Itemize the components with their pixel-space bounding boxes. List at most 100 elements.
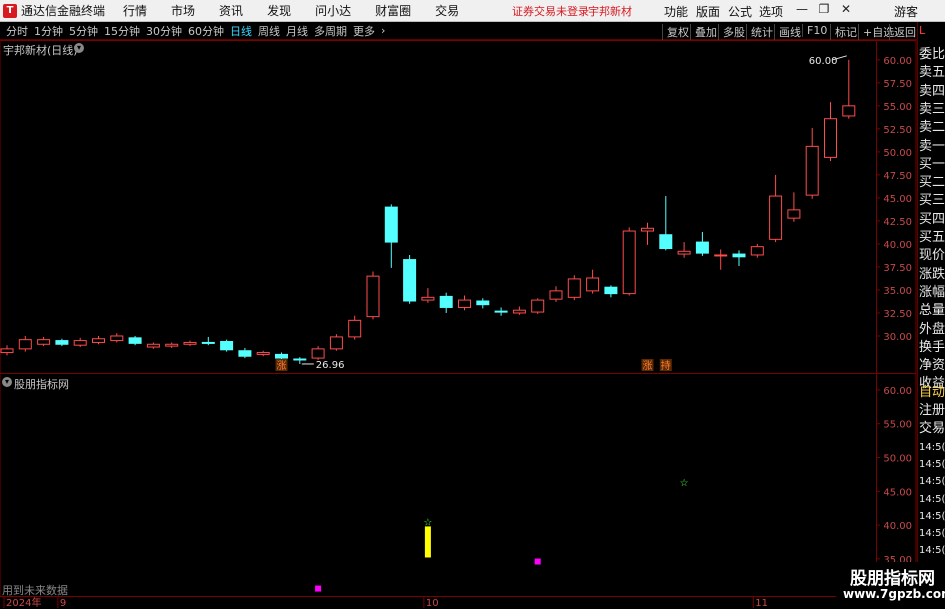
- candle-body: [128, 337, 142, 344]
- stock-name-label: 宇邦新材: [588, 5, 632, 18]
- menu-market[interactable]: 市场: [171, 2, 195, 19]
- menu-wealth-circle[interactable]: 财富圈: [375, 2, 411, 19]
- period-tab[interactable]: 多周期: [314, 23, 347, 39]
- auto-toggle[interactable]: 自动: [919, 384, 945, 402]
- price-tick-label: 30.00: [883, 332, 912, 343]
- candle-body: [201, 341, 215, 344]
- period-tab[interactable]: 5分钟: [69, 23, 98, 39]
- candle-body: [366, 275, 380, 318]
- main-chart-title: 宇邦新材(日线): [3, 44, 78, 57]
- menu-options[interactable]: 选项: [759, 3, 783, 20]
- quote-field-label: 卖五: [919, 65, 945, 81]
- tick-time: 14:5(: [919, 442, 945, 453]
- candle-body: [732, 253, 746, 258]
- menu-layout[interactable]: 版面: [696, 3, 720, 20]
- quote-field-label: 买一: [919, 156, 945, 172]
- chevron-down-icon[interactable]: ▾: [2, 377, 12, 387]
- app-title: 通达信金融终端: [21, 4, 106, 18]
- signal-square: [315, 585, 322, 592]
- signal-square: [534, 558, 541, 565]
- quote-field-label: 外盘: [919, 321, 945, 337]
- price-tick-label: 45.00: [883, 194, 912, 205]
- candle-body: [403, 259, 417, 302]
- date-axis-label: 9: [60, 598, 66, 609]
- menu-trade[interactable]: 交易: [435, 2, 459, 19]
- date-axis-label: 10: [426, 598, 439, 609]
- period-tab[interactable]: 15分钟: [104, 23, 140, 39]
- quote-field-label: 换手: [919, 339, 945, 355]
- indicator-tick-label: 55.00: [883, 420, 912, 431]
- toolbar-adjust-button[interactable]: 复权: [662, 24, 689, 40]
- quote-field-label: 卖四: [919, 83, 945, 99]
- indicator-title: 股朋指标网: [14, 378, 69, 391]
- period-tab-more[interactable]: 更多: [353, 23, 375, 39]
- candle-body: [476, 300, 490, 306]
- price-tick-label: 35.00: [883, 286, 912, 297]
- price-tick-label: 50.00: [883, 148, 912, 159]
- high-price-label: 60.00: [809, 56, 838, 67]
- toolbar-overlay-button[interactable]: 叠加: [690, 24, 717, 40]
- toolbar-mark-button[interactable]: 标记: [830, 24, 857, 40]
- indicator-pane-frame: [0, 373, 917, 597]
- menu-formula[interactable]: 公式: [728, 3, 752, 20]
- chevron-down-icon[interactable]: ▾: [74, 43, 84, 53]
- candle-body: [659, 234, 673, 250]
- toolbar-draw-button[interactable]: 画线: [774, 24, 801, 40]
- minimize-icon[interactable]: —: [793, 2, 811, 16]
- quote-field-label: 涨幅: [919, 284, 945, 300]
- period-tab[interactable]: 分时: [6, 23, 28, 39]
- candle-body: [311, 348, 325, 359]
- quote-field-label: 涨跌: [919, 266, 945, 282]
- candle-body: [238, 350, 252, 357]
- candle-body: [275, 353, 288, 359]
- period-tab[interactable]: 30分钟: [146, 23, 182, 39]
- login-status[interactable]: 证券交易未登录: [512, 3, 589, 19]
- menu-ask-xiaoda[interactable]: 问小达: [315, 2, 351, 19]
- candle-body: [439, 295, 453, 308]
- trade-link[interactable]: 交易: [919, 420, 945, 438]
- tick-time: 14:5(: [919, 510, 945, 522]
- candle-body: [604, 286, 618, 295]
- restore-icon[interactable]: ❐: [815, 2, 833, 16]
- period-tab-daily[interactable]: 日线: [230, 23, 252, 39]
- menu-discover[interactable]: 发现: [267, 2, 291, 19]
- kline-chart-area[interactable]: 60.00 57.50 55.00 52.50 50.00 47.50 45.00 42.50…: [0, 40, 917, 609]
- toolbar-back-button[interactable]: 返回: [889, 24, 916, 40]
- candle-body: [494, 310, 508, 313]
- menu-quotes[interactable]: 行情: [123, 2, 147, 19]
- menu-functions[interactable]: 功能: [664, 3, 688, 20]
- quote-field-label: 委比: [919, 47, 945, 62]
- candle-body: [824, 118, 837, 158]
- period-tab[interactable]: 周线: [258, 23, 280, 39]
- watermark-title: 股朋指标网: [850, 569, 935, 589]
- register-link[interactable]: 注册: [919, 402, 945, 420]
- toolbar-stats-button[interactable]: 统计: [746, 24, 773, 40]
- panel-level-label[interactable]: L: [919, 24, 925, 37]
- chevron-right-icon[interactable]: ›: [381, 24, 385, 37]
- candle-body: [677, 250, 691, 255]
- candle-body: [0, 348, 14, 354]
- period-tab[interactable]: 60分钟: [188, 23, 224, 39]
- candle-body: [37, 339, 51, 345]
- candle-body: [18, 339, 32, 350]
- close-icon[interactable]: ✕: [837, 2, 855, 16]
- quote-field-label: 现价: [919, 248, 945, 264]
- price-tick-label: 37.50: [883, 263, 912, 274]
- quote-field-label: 买二: [919, 175, 945, 191]
- tick-time: 14:5(: [919, 493, 945, 505]
- menu-news[interactable]: 资讯: [219, 2, 243, 19]
- toolbar-multi-stock-button[interactable]: 多股: [718, 24, 745, 40]
- guest-user[interactable]: 游客: [894, 3, 918, 20]
- signal-star-icon: ☆: [423, 518, 432, 529]
- period-tab[interactable]: 月线: [286, 23, 308, 39]
- tick-time: 14:5(: [919, 528, 945, 539]
- future-data-note: 用到未来数据: [2, 584, 68, 597]
- price-tick-label: 40.00: [883, 240, 912, 251]
- candle-body: [165, 343, 179, 347]
- price-tick-label: 55.00: [883, 102, 912, 113]
- period-tab[interactable]: 1分钟: [34, 23, 63, 39]
- watermark-url: www.7gpzb.com: [843, 587, 945, 601]
- toolbar-f10-button[interactable]: F10: [802, 24, 827, 37]
- candle-body: [183, 341, 197, 345]
- candle-body: [55, 340, 69, 345]
